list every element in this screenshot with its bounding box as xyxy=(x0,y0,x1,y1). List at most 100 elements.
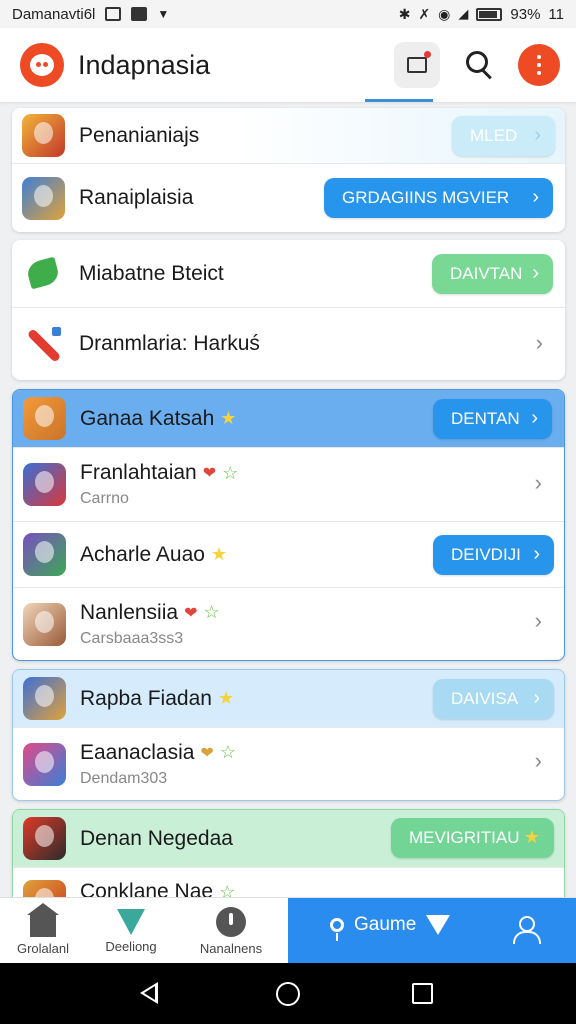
game-title: Miabatne Bteict xyxy=(79,261,224,285)
game-card-3: Ganaa Katsah ★ DENTAN › Franlahtaian ❤ ☆ Car… xyxy=(12,389,565,661)
game-title: Eaanaclasia ❤ ☆ xyxy=(80,740,236,764)
action-button[interactable]: DAIVISA › xyxy=(433,679,554,719)
game-icon xyxy=(23,677,66,720)
game-title: Acharle Auao ★ xyxy=(80,542,228,566)
list-item[interactable]: Miabatne Bteict DAIVTAN › xyxy=(12,240,565,308)
nav-label: Nanalnens xyxy=(199,940,263,956)
nav-label: Deeliong xyxy=(105,938,157,954)
game-subtitle: Carrno xyxy=(80,490,129,507)
star-icon: ★ xyxy=(523,827,540,847)
chevron-right-icon: › xyxy=(533,687,540,709)
chevron-right-icon[interactable]: › xyxy=(536,330,543,356)
game-title: Ranaiplaisia xyxy=(79,186,194,209)
arrow-icon: ▼ xyxy=(157,7,170,21)
game-title: Franlahtaian ❤ ☆ xyxy=(80,461,239,484)
app-logo-icon[interactable] xyxy=(20,43,64,87)
list-item[interactable]: Nanlensiia ❤ ☆ Carsbaaa3ss3 › xyxy=(13,588,564,660)
game-card-2: Miabatne Bteict DAIVTAN › Dranmlaria: Har… xyxy=(12,240,565,380)
games-label: Gaume xyxy=(354,914,417,935)
games-tab[interactable]: Gaume xyxy=(330,914,451,941)
nav-item-home[interactable]: Grolalanl xyxy=(0,898,86,964)
user-icon[interactable] xyxy=(512,916,541,944)
notification-icon xyxy=(105,7,122,21)
location-pin-icon xyxy=(330,918,344,941)
action-button[interactable]: MEVIGRITIAU ★ xyxy=(391,818,554,858)
wifi-icon: ◉ xyxy=(438,5,451,22)
recents-icon[interactable] xyxy=(412,983,433,1004)
chevron-right-icon: › xyxy=(532,262,539,284)
star-icon: ★ xyxy=(217,688,235,708)
action-button[interactable]: DAIVTAN › xyxy=(432,254,553,294)
star-icon: ☆ xyxy=(222,462,239,483)
heart-icon: ❤ xyxy=(184,604,198,622)
game-card-4: Rapba Fiadan ★ DAIVISA › Eaanaclasia ❤ ☆ Den… xyxy=(12,669,565,801)
action-button[interactable]: GRDAGIINS MGVIER › xyxy=(324,178,553,218)
bottom-nav: Grolalanl Deeliong Nanalnens Gaume xyxy=(0,897,576,964)
game-icon xyxy=(22,252,65,295)
list-item[interactable]: Dranmlaria: Harkuś › xyxy=(12,308,565,380)
game-card-1: Penanianiajs MLED › Ranaiplaisia GRDAGIIN… xyxy=(12,108,565,232)
carrier-text: Damanavti6l xyxy=(12,5,96,23)
game-icon xyxy=(23,397,66,440)
chevron-right-icon[interactable]: › xyxy=(535,608,542,634)
list-item[interactable]: Denan Negedaa MEVIGRITIAU ★ xyxy=(13,810,564,868)
list-item[interactable]: Ranaiplaisia GRDAGIINS MGVIER › xyxy=(12,164,565,232)
nav-item-deals[interactable]: Deeliong xyxy=(88,898,174,964)
star-icon: ☆ xyxy=(203,602,220,622)
chevron-right-icon: › xyxy=(533,543,540,565)
game-icon xyxy=(23,602,66,646)
chevron-right-icon[interactable]: › xyxy=(535,470,542,496)
list-item[interactable]: Eaanaclasia ❤ ☆ Dendam303 › xyxy=(13,728,564,800)
tab-indicator xyxy=(365,99,433,102)
more-icon[interactable] xyxy=(518,44,560,86)
list-item[interactable]: Franlahtaian ❤ ☆ Carrno › xyxy=(13,448,564,522)
star-icon: ☆ xyxy=(219,742,236,762)
action-button[interactable]: DENTAN › xyxy=(433,399,552,439)
game-icon xyxy=(22,176,65,220)
game-icon xyxy=(23,463,66,506)
game-subtitle: Carsbaaa3ss3 xyxy=(80,629,184,647)
system-nav-bar xyxy=(0,963,576,1024)
bluetooth-icon: ✱ xyxy=(398,5,411,22)
search-icon[interactable] xyxy=(462,48,496,82)
game-icon xyxy=(23,533,66,576)
nav-label: Grolalanl xyxy=(16,940,70,956)
game-card-5: Denan Negedaa MEVIGRITIAU ★ Conklane Nae ☆ xyxy=(12,809,565,909)
media-icon[interactable] xyxy=(394,42,440,88)
nav-item-power[interactable]: Nanalnens xyxy=(186,898,276,964)
chevron-right-icon: › xyxy=(532,186,539,208)
game-title: Denan Negedaa xyxy=(80,826,233,850)
power-icon xyxy=(216,906,246,937)
action-button[interactable]: MLED › xyxy=(452,116,555,156)
chevron-right-icon: › xyxy=(531,407,538,429)
battery-percent: 93% xyxy=(510,5,541,23)
list-item[interactable]: Rapba Fiadan ★ DAIVISA › xyxy=(13,670,564,728)
game-title: Rapba Fiadan ★ xyxy=(80,686,235,710)
app-title: Indapnasia xyxy=(78,49,211,80)
home-icon xyxy=(27,902,59,937)
list-item[interactable]: Acharle Auao ★ DEIVDIJI › xyxy=(13,522,564,588)
heart-icon: ❤ xyxy=(200,744,214,762)
list-item[interactable]: Penanianiajs MLED › xyxy=(12,108,565,164)
star-icon: ★ xyxy=(210,544,228,564)
list-item[interactable]: Ganaa Katsah ★ DENTAN › xyxy=(13,390,564,448)
game-icon xyxy=(23,742,66,786)
game-title: Dranmlaria: Harkuś xyxy=(79,332,260,355)
app-bar: Indapnasia xyxy=(0,28,576,102)
back-icon[interactable] xyxy=(140,982,158,1004)
signal-icon: ◢ xyxy=(458,6,469,21)
game-title: Nanlensiia ❤ ☆ xyxy=(80,600,220,624)
game-subtitle: Dendam303 xyxy=(80,769,168,787)
mute-icon: ✗ xyxy=(418,5,431,22)
clock: 11 xyxy=(548,5,564,23)
game-title: Ganaa Katsah ★ xyxy=(80,406,237,430)
chevron-right-icon[interactable]: › xyxy=(535,748,542,774)
game-icon xyxy=(22,114,65,157)
notification-icon-2 xyxy=(131,7,148,21)
star-icon: ★ xyxy=(220,408,237,428)
home-circle-icon[interactable] xyxy=(276,982,300,1006)
triangle-down-icon xyxy=(426,915,451,935)
battery-icon xyxy=(476,7,503,21)
action-button[interactable]: DEIVDIJI › xyxy=(433,535,554,575)
gem-icon xyxy=(117,908,145,935)
